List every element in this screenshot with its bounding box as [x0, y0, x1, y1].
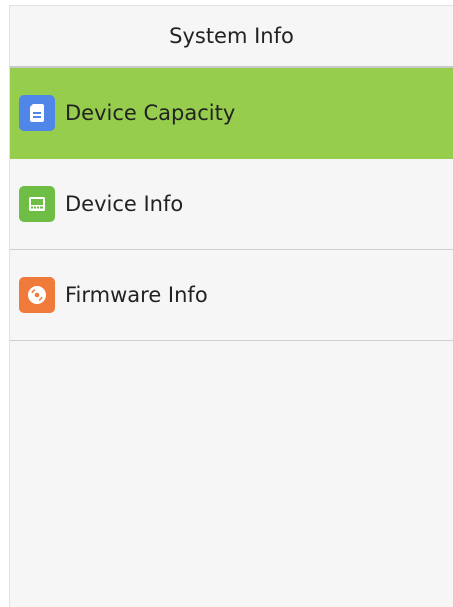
menu-item-device-capacity[interactable]: Device Capacity	[10, 68, 453, 159]
page-title-text: System Info	[169, 24, 294, 48]
menu-item-firmware-info[interactable]: Firmware Info	[10, 250, 453, 341]
page-title: System Info	[10, 6, 453, 68]
disc-icon	[19, 277, 55, 313]
device-icon	[19, 186, 55, 222]
menu-item-label: Device Capacity	[65, 101, 236, 125]
menu-item-label: Device Info	[65, 192, 184, 216]
system-info-screen: System Info Device Capacity Device Info …	[9, 5, 453, 607]
menu-item-device-info[interactable]: Device Info	[10, 159, 453, 250]
menu-list: Device Capacity Device Info Firmware Inf…	[10, 68, 453, 341]
menu-item-label: Firmware Info	[65, 283, 208, 307]
storage-card-icon	[19, 95, 55, 131]
